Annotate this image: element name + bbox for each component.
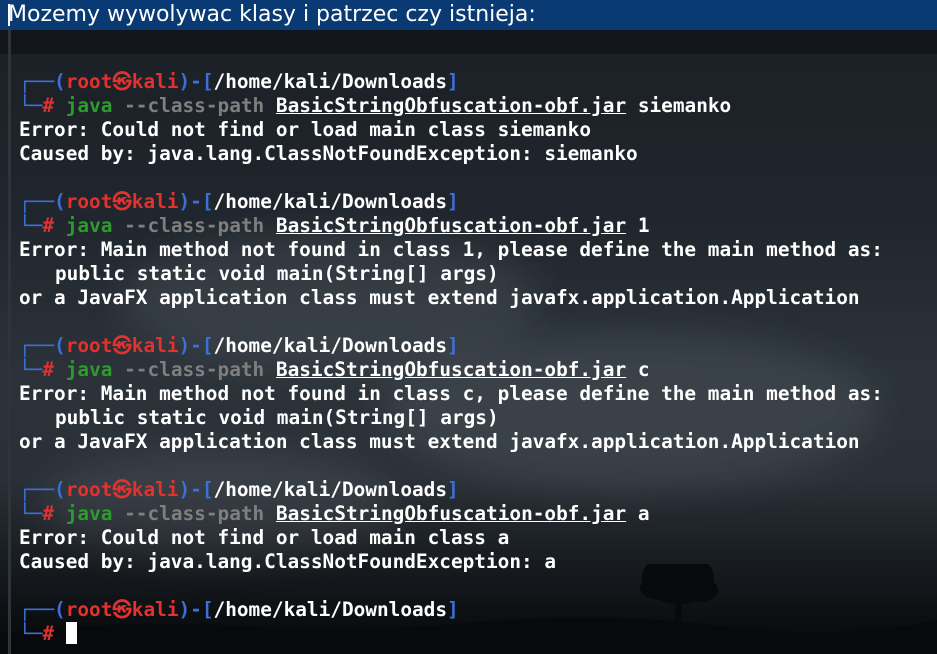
- command-line: └─# java --class-path BasicStringObfusca…: [19, 94, 937, 118]
- prompt-hash: #: [42, 622, 55, 645]
- command-option: --class-path: [124, 94, 265, 117]
- prompt-bracket: ]: [447, 190, 459, 213]
- prompt-separator: )-[: [178, 478, 214, 501]
- command-argument: c: [637, 358, 650, 381]
- command-argument: 1: [637, 214, 650, 237]
- prompt-bracket: ]: [447, 334, 459, 357]
- prompt-box-corner: ┌──(: [19, 334, 66, 357]
- active-prompt-line[interactable]: └─#: [19, 622, 937, 646]
- prompt-path: /home/kali/Downloads: [213, 70, 448, 93]
- skull-icon: ㉿: [112, 478, 132, 501]
- prompt-box-corner: └─: [19, 622, 43, 645]
- prompt-separator: )-[: [178, 70, 214, 93]
- prompt-box-corner: └─: [19, 358, 43, 381]
- prompt-box-corner: ┌──(: [19, 478, 66, 501]
- prompt-box-corner: └─: [19, 94, 43, 117]
- output-line: Error: Could not find or load main class…: [19, 118, 592, 141]
- output-line: public static void main(String[] args): [55, 262, 499, 285]
- output-line: Error: Main method not found in class 1,…: [19, 238, 883, 261]
- prompt-user: root: [65, 190, 113, 213]
- command-name: java: [65, 502, 113, 525]
- prompt-host: kali: [131, 70, 179, 93]
- prompt-host: kali: [131, 598, 179, 621]
- command-name: java: [65, 214, 113, 237]
- command-jar-path: BasicStringObfuscation-obf.jar: [275, 358, 627, 381]
- output-line: or a JavaFX application class must exten…: [19, 286, 860, 309]
- prompt-box-corner: ┌──(: [19, 70, 66, 93]
- command-line: └─# java --class-path BasicStringObfusca…: [19, 358, 937, 382]
- command-option: --class-path: [124, 502, 265, 525]
- prompt-bracket: ]: [447, 598, 459, 621]
- prompt-header-line: ┌──(root㉿kali)-[/home/kali/Downloads]: [19, 478, 937, 502]
- prompt-header-line: ┌──(root㉿kali)-[/home/kali/Downloads]: [19, 70, 937, 94]
- terminal-top-strip: [0, 30, 937, 54]
- terminal-window[interactable]: ┌──(root㉿kali)-[/home/kali/Downloads] └─#…: [0, 30, 937, 654]
- command-name: java: [65, 358, 113, 381]
- output-line: Caused by: java.lang.ClassNotFoundExcept…: [19, 142, 638, 165]
- command-jar-path: BasicStringObfuscation-obf.jar: [275, 502, 627, 525]
- page-title-text: Mozemy wywolywac klasy i patrzec czy ist…: [8, 2, 536, 27]
- prompt-box-corner: ┌──(: [19, 598, 66, 621]
- command-option: --class-path: [124, 358, 265, 381]
- terminal-border: [8, 30, 11, 654]
- screenshot-root: Mozemy wywolywac klasy i patrzec czy ist…: [0, 0, 937, 654]
- output-line: Error: Could not find or load main class…: [19, 526, 510, 549]
- command-name: java: [65, 94, 113, 117]
- prompt-path: /home/kali/Downloads: [213, 598, 448, 621]
- output-line: public static void main(String[] args): [55, 406, 499, 429]
- output-line: or a JavaFX application class must exten…: [19, 430, 860, 453]
- skull-icon: ㉿: [112, 190, 132, 213]
- prompt-user: root: [65, 598, 113, 621]
- prompt-hash: #: [42, 502, 55, 525]
- prompt-user: root: [65, 334, 113, 357]
- prompt-path: /home/kali/Downloads: [213, 478, 448, 501]
- skull-icon: ㉿: [112, 598, 132, 621]
- prompt-hash: #: [42, 358, 55, 381]
- text-caret: [8, 4, 10, 26]
- command-jar-path: BasicStringObfuscation-obf.jar: [275, 214, 627, 237]
- output-line: Caused by: java.lang.ClassNotFoundExcept…: [19, 550, 557, 573]
- prompt-header-line: ┌──(root㉿kali)-[/home/kali/Downloads]: [19, 598, 937, 622]
- prompt-host: kali: [131, 334, 179, 357]
- command-line: └─# java --class-path BasicStringObfusca…: [19, 214, 937, 238]
- prompt-bracket: ]: [447, 70, 459, 93]
- prompt-host: kali: [131, 478, 179, 501]
- skull-icon: ㉿: [112, 70, 132, 93]
- command-argument: siemanko: [637, 94, 732, 117]
- prompt-user: root: [65, 478, 113, 501]
- prompt-separator: )-[: [178, 598, 214, 621]
- prompt-box-corner: └─: [19, 214, 43, 237]
- prompt-user: root: [65, 70, 113, 93]
- prompt-path: /home/kali/Downloads: [213, 190, 448, 213]
- prompt-box-corner: ┌──(: [19, 190, 66, 213]
- prompt-hash: #: [42, 94, 55, 117]
- page-title: Mozemy wywolywac klasy i patrzec czy ist…: [0, 0, 937, 30]
- prompt-box-corner: └─: [19, 502, 43, 525]
- command-line: └─# java --class-path BasicStringObfusca…: [19, 502, 937, 526]
- skull-icon: ㉿: [112, 334, 132, 357]
- prompt-hash: #: [42, 214, 55, 237]
- terminal-cursor[interactable]: [65, 622, 77, 644]
- terminal-output: ┌──(root㉿kali)-[/home/kali/Downloads] └─#…: [19, 70, 937, 646]
- prompt-header-line: ┌──(root㉿kali)-[/home/kali/Downloads]: [19, 190, 937, 214]
- prompt-host: kali: [131, 190, 179, 213]
- command-argument: a: [637, 502, 650, 525]
- output-line: Error: Main method not found in class c,…: [19, 382, 883, 405]
- command-option: --class-path: [124, 214, 265, 237]
- prompt-separator: )-[: [178, 334, 214, 357]
- prompt-bracket: ]: [447, 478, 459, 501]
- command-jar-path: BasicStringObfuscation-obf.jar: [275, 94, 627, 117]
- prompt-header-line: ┌──(root㉿kali)-[/home/kali/Downloads]: [19, 334, 937, 358]
- prompt-path: /home/kali/Downloads: [213, 334, 448, 357]
- prompt-separator: )-[: [178, 190, 214, 213]
